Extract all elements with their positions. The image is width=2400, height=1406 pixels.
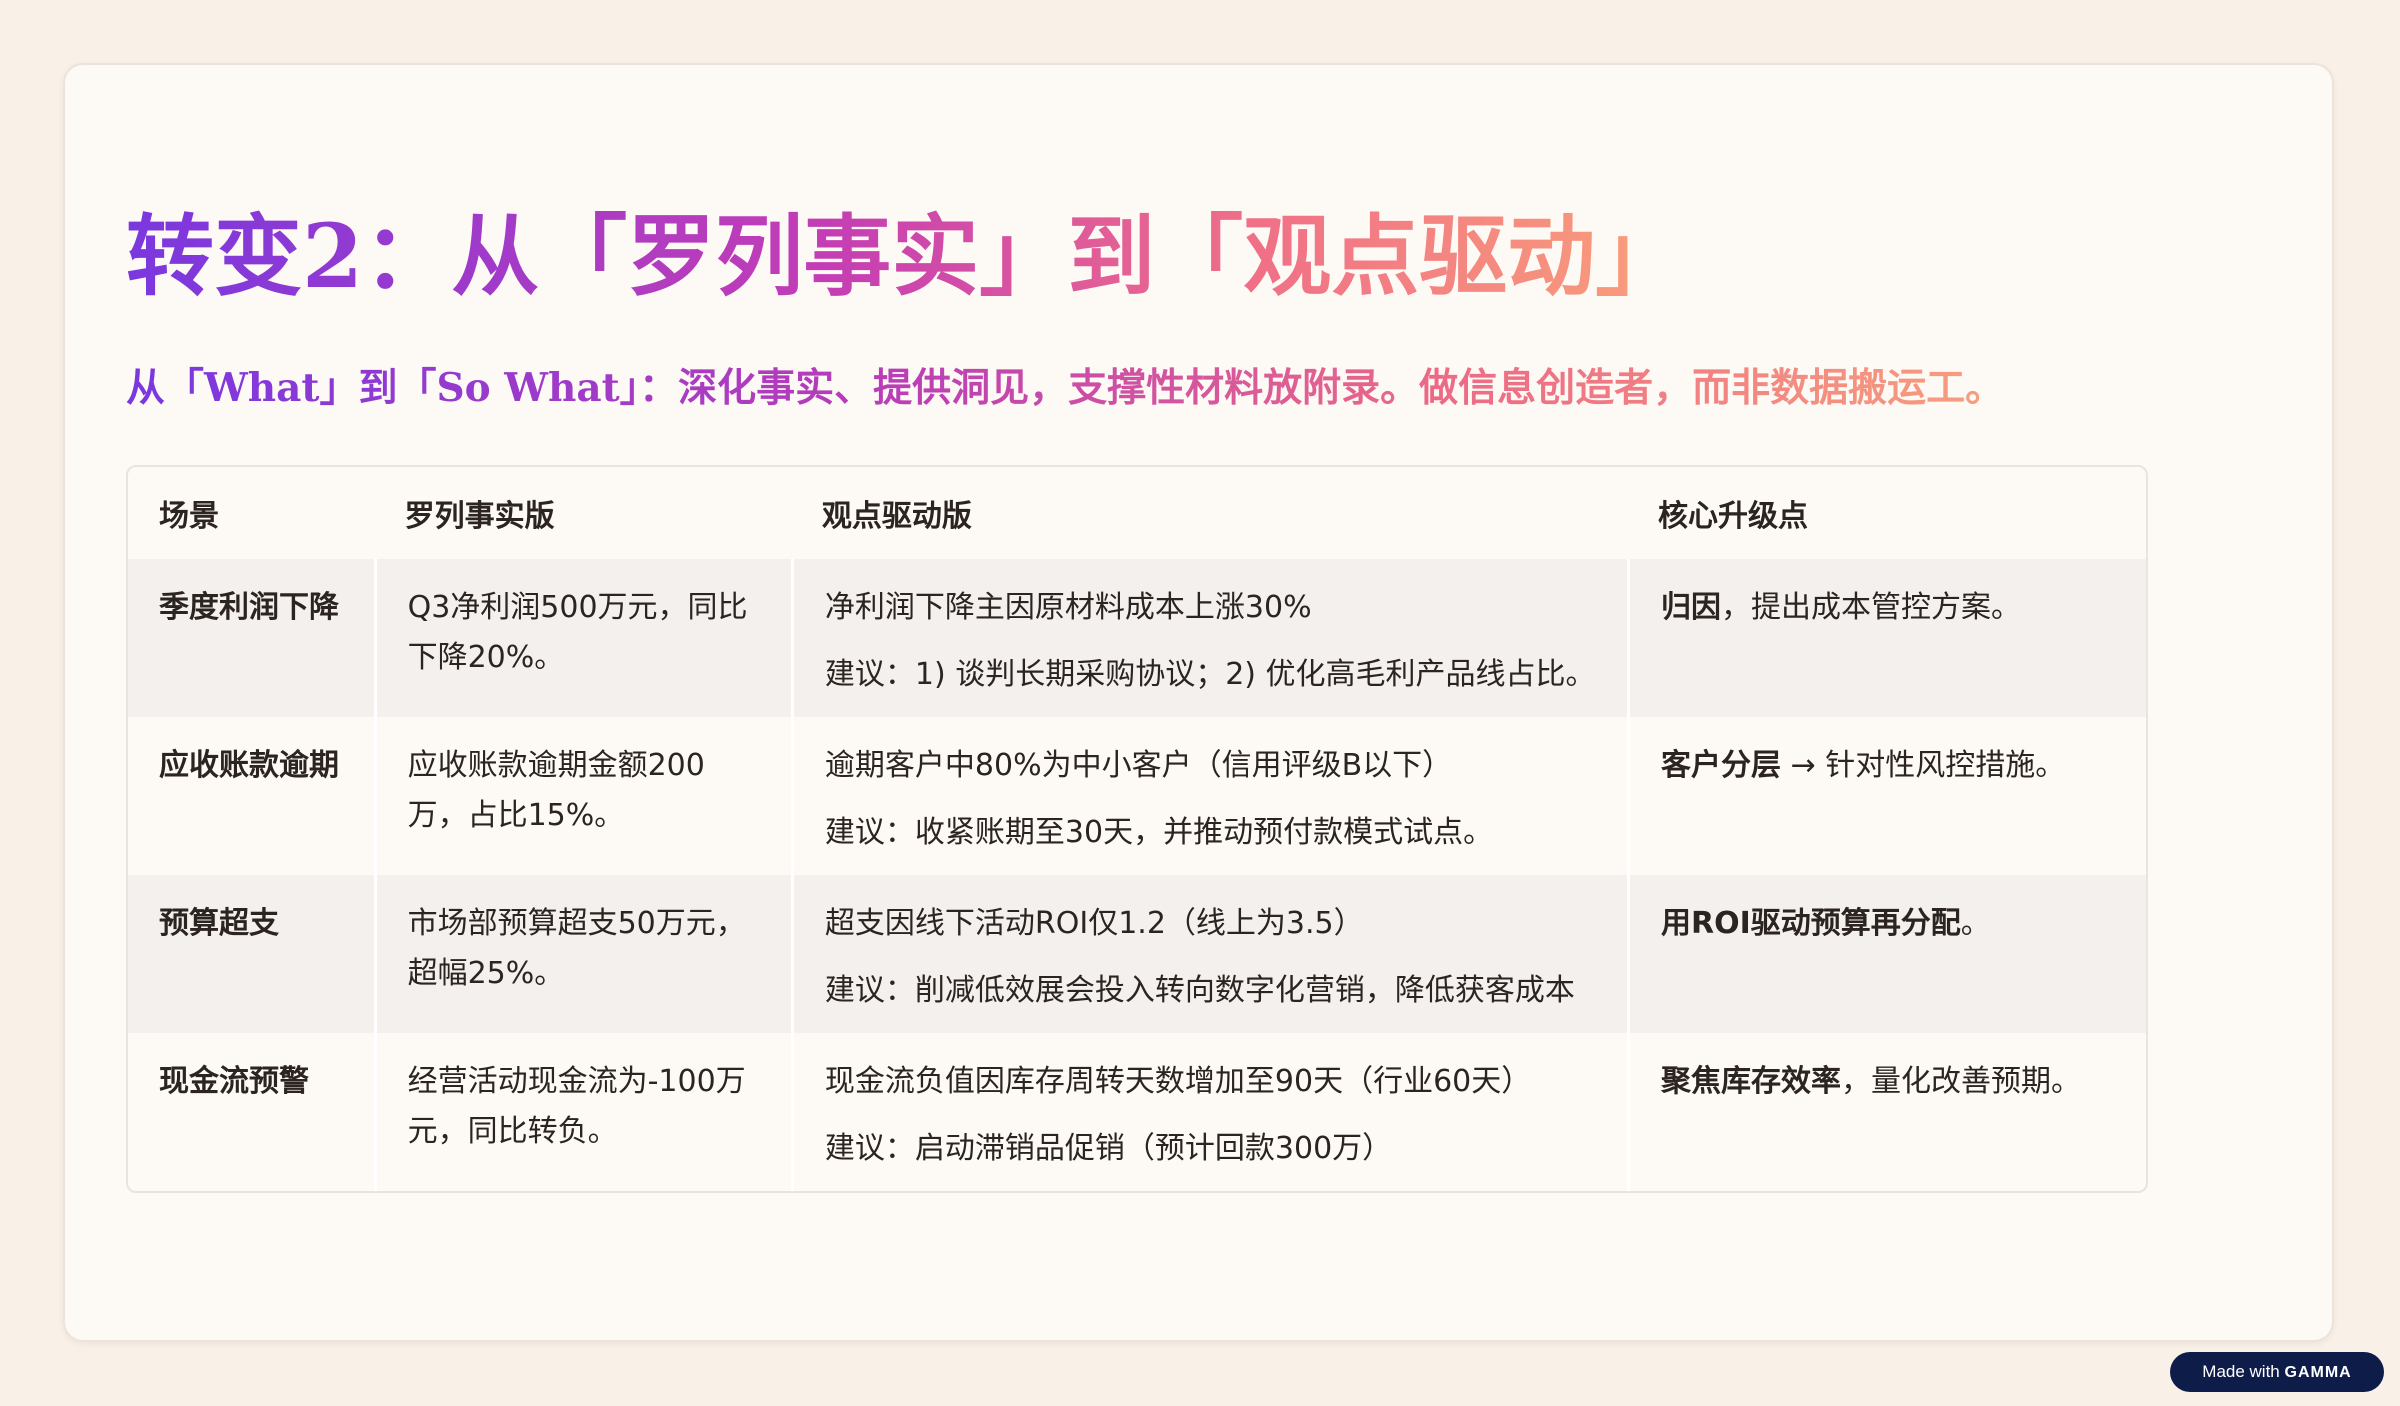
cell-upgrade: 归因，提出成本管控方案。 — [1627, 559, 2146, 717]
upgrade-text: ，提出成本管控方案。 — [1721, 590, 2022, 625]
view-suggestion: 建议：启动滞销品促销（预计回款300万） — [824, 1131, 1393, 1166]
cell-view: 超支因线下活动ROI仅1.2（线上为3.5） 建议：削减低效展会投入转向数字化营… — [790, 875, 1628, 1033]
cell-upgrade: 用ROI驱动预算再分配。 — [1627, 875, 2146, 1033]
gamma-logo: GAMMA — [2284, 1364, 2352, 1381]
upgrade-keyword: 归因 — [1661, 590, 1722, 625]
table-row: 季度利润下降 Q3净利润500万元，同比下降20%。 净利润下降主因原材料成本上… — [128, 559, 2146, 717]
cell-upgrade: 聚焦库存效率，量化改善预期。 — [1627, 1033, 2146, 1191]
header-fact-version: 罗列事实版 — [404, 499, 555, 534]
view-finding: 逾期客户中80%为中小客户（信用评级B以下） — [824, 748, 1453, 783]
table-header-row: 场景 罗列事实版 观点驱动版 核心升级点 — [128, 467, 2146, 559]
comparison-table: 场景 罗列事实版 观点驱动版 核心升级点 季度利润下降 Q3净利润500万元，同… — [126, 465, 2148, 1193]
cell-fact: Q3净利润500万元，同比下降20%。 — [373, 559, 791, 717]
cell-view: 净利润下降主因原材料成本上涨30% 建议：1) 谈判长期采购协议；2) 优化高毛… — [790, 559, 1628, 717]
cell-fact: 经营活动现金流为-100万元，同比转负。 — [373, 1033, 791, 1191]
table-row: 应收账款逾期 应收账款逾期金额200万，占比15%。 逾期客户中80%为中小客户… — [128, 717, 2146, 875]
cell-fact: 市场部预算超支50万元，超幅25%。 — [373, 875, 791, 1033]
cell-upgrade: 客户分层 → 针对性风控措施。 — [1627, 717, 2146, 875]
header-view-version: 观点驱动版 — [821, 499, 972, 534]
upgrade-text: → 针对性风控措施。 — [1781, 748, 2066, 783]
header-core-upgrade: 核心升级点 — [1658, 499, 1809, 534]
slide-title: 转变2：从「罗列事实」到「观点驱动」 — [126, 196, 1683, 316]
view-suggestion: 建议：削减低效展会投入转向数字化营销，降低获客成本 — [824, 973, 1575, 1008]
upgrade-keyword: 用ROI驱动预算再分配 — [1661, 906, 1961, 941]
header-scene: 场景 — [159, 499, 219, 534]
made-with-gamma-badge[interactable]: Made with GAMMA — [2170, 1352, 2384, 1392]
table-row: 现金流预警 经营活动现金流为-100万元，同比转负。 现金流负值因库存周转天数增… — [128, 1033, 2146, 1191]
badge-prefix: Made with — [2202, 1362, 2280, 1381]
cell-view: 逾期客户中80%为中小客户（信用评级B以下） 建议：收紧账期至30天，并推动预付… — [790, 717, 1627, 875]
view-suggestion: 建议：收紧账期至30天，并推动预付款模式试点。 — [824, 815, 1494, 850]
view-finding: 超支因线下活动ROI仅1.2（线上为3.5） — [824, 906, 1364, 941]
table-row: 预算超支 市场部预算超支50万元，超幅25%。 超支因线下活动ROI仅1.2（线… — [128, 875, 2146, 1033]
cell-scene: 季度利润下降 — [128, 559, 374, 717]
slide-subtitle: 从「What」到「So What」：深化事实、提供洞见，支撑性材料放附录。做信息… — [126, 360, 2004, 416]
upgrade-keyword: 聚焦库存效率 — [1661, 1064, 1842, 1099]
cell-fact: 应收账款逾期金额200万，占比15%。 — [373, 717, 791, 875]
upgrade-text: 。 — [1960, 906, 1991, 941]
view-finding: 现金流负值因库存周转天数增加至90天（行业60天） — [824, 1064, 1532, 1099]
cell-scene: 现金流预警 — [159, 1064, 309, 1099]
cell-view: 现金流负值因库存周转天数增加至90天（行业60天） 建议：启动滞销品促销（预计回… — [790, 1033, 1627, 1191]
upgrade-text: ，量化改善预期。 — [1841, 1064, 2082, 1099]
view-finding: 净利润下降主因原材料成本上涨30% — [824, 590, 1312, 625]
view-suggestion: 建议：1) 谈判长期采购协议；2) 优化高毛利产品线占比。 — [824, 657, 1596, 692]
cell-scene: 预算超支 — [128, 875, 374, 1033]
upgrade-keyword: 客户分层 — [1661, 748, 1782, 783]
cell-scene: 应收账款逾期 — [159, 748, 339, 783]
